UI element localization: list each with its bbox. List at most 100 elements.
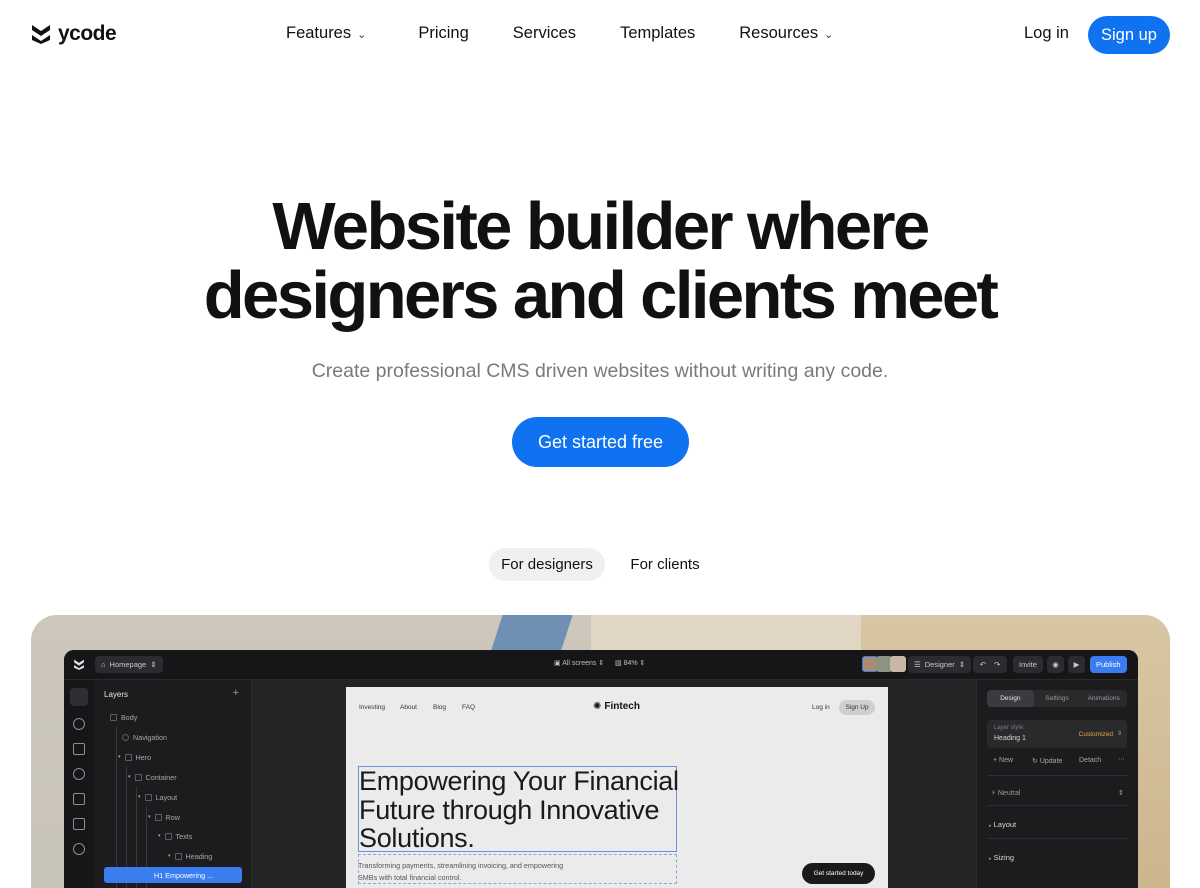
box-icon	[154, 813, 162, 821]
design-canvas[interactable]: Investing About Blog FAQ ✺ Fintech Log i…	[252, 680, 976, 888]
layer-texts[interactable]: ▾ Texts	[158, 829, 192, 843]
publish-button[interactable]: Publish	[1090, 656, 1127, 673]
mode-selector[interactable]: ☰ Designer ⇕	[908, 656, 972, 673]
nav-templates-label: Templates	[620, 24, 696, 42]
ycode-logo-icon[interactable]	[73, 658, 85, 671]
layer-style-label: Layer style:	[994, 725, 1025, 731]
nav-resources[interactable]: Resources ⌄	[739, 24, 833, 43]
site-signup-button[interactable]: Sign Up	[839, 700, 875, 715]
database-icon[interactable]	[73, 718, 85, 730]
caret-icon: ▾	[158, 833, 161, 839]
zoom-icon: ▧	[615, 660, 622, 667]
product-showcase: ⌂ Homepage ⇕ ▣ All screens ⇕ ▧ 84% ⇕ ☰ D…	[31, 615, 1170, 888]
sparkle-icon: ✺	[593, 701, 602, 712]
zoom-selector[interactable]: ▧ 84% ⇕	[615, 659, 645, 667]
divider	[987, 805, 1129, 806]
color-value: Neutral	[997, 790, 1021, 797]
detach-style-button[interactable]: Detach	[1079, 757, 1101, 764]
nav-services[interactable]: Services	[513, 24, 576, 43]
nav-features-label: Features	[286, 24, 352, 42]
tab-for-clients[interactable]: For clients	[616, 548, 714, 581]
refresh-icon: ↻	[1032, 758, 1038, 765]
zoom-label: 84%	[623, 660, 638, 667]
more-icon[interactable]: ⋯	[1118, 755, 1125, 763]
page-selector[interactable]: ⌂ Homepage ⇕	[95, 656, 163, 673]
site-cta-button[interactable]: Get started today	[802, 863, 875, 884]
layer-label: Navigation	[133, 732, 167, 742]
layer-label: Body	[121, 712, 138, 722]
nav-pricing-label: Pricing	[418, 24, 469, 42]
layer-navigation[interactable]: Navigation	[122, 730, 167, 744]
page-icon[interactable]	[73, 743, 85, 755]
login-link[interactable]: Log in	[1024, 24, 1069, 43]
tab-settings[interactable]: Settings	[1034, 690, 1081, 707]
invite-button[interactable]: Invite	[1013, 656, 1043, 673]
layer-layout[interactable]: ▾ Layout	[138, 790, 177, 804]
mode-label: Designer	[924, 660, 955, 669]
redo-icon[interactable]: ↷	[994, 660, 1000, 669]
components-icon[interactable]	[73, 768, 85, 780]
tab-design[interactable]: Design	[987, 690, 1034, 707]
site-nav-investing[interactable]: Investing	[359, 704, 385, 711]
layers-icon: ☰	[914, 660, 921, 669]
site-preview[interactable]: Investing About Blog FAQ ✺ Fintech Log i…	[346, 687, 888, 888]
tab-for-designers[interactable]: For designers	[489, 548, 605, 581]
assets-icon[interactable]	[73, 793, 85, 805]
page-selector-label: Homepage	[109, 660, 147, 669]
undo-redo[interactable]: ↶ ↷	[973, 656, 1007, 673]
layers-panel: Layers + Body Navigation ▾ Hero ▾ Containe…	[94, 680, 252, 888]
signup-button[interactable]: Sign up	[1088, 16, 1170, 54]
layers-icon[interactable]	[70, 688, 88, 706]
editor-toolbar: ⌂ Homepage ⇕ ▣ All screens ⇕ ▧ 84% ⇕ ☰ D…	[64, 650, 1138, 680]
layer-row[interactable]: ▾ Row	[148, 810, 180, 824]
section-layout[interactable]: ▸ Layout	[989, 820, 1016, 829]
nav-pricing[interactable]: Pricing	[418, 24, 468, 43]
color-selector[interactable]: ⚡ Neutral	[991, 789, 1020, 797]
site-paragraph[interactable]: Transforming payments, streamlining invo…	[358, 860, 578, 884]
layer-h1-selected[interactable]: H1 Empowering ...	[104, 867, 242, 883]
site-nav-faq[interactable]: FAQ	[462, 704, 475, 711]
layer-body[interactable]: Body	[110, 710, 137, 724]
layer-container[interactable]: ▾ Container	[128, 770, 177, 784]
collaborator-avatars[interactable]	[862, 656, 906, 672]
get-started-button[interactable]: Get started free	[512, 417, 689, 467]
nav-features[interactable]: Features ⌄	[286, 24, 366, 43]
section-label: Layout	[993, 820, 1017, 829]
layer-label: Container	[145, 772, 177, 782]
box-icon	[144, 793, 152, 801]
divider	[987, 775, 1129, 776]
logo-text: ycode	[58, 22, 117, 45]
tab-animations[interactable]: Animations	[1080, 690, 1127, 707]
site-nav-blog[interactable]: Blog	[433, 704, 446, 711]
nav-services-label: Services	[512, 24, 577, 42]
site-nav-about[interactable]: About	[400, 704, 417, 711]
ycode-logo[interactable]: ycode	[30, 22, 117, 46]
apps-icon[interactable]	[73, 818, 85, 830]
update-style-button[interactable]: ↻ Update	[1032, 757, 1062, 765]
preview-play-icon[interactable]: ▶	[1068, 656, 1085, 673]
layer-heading[interactable]: ▾ Heading	[168, 849, 212, 863]
section-sizing[interactable]: ▸ Sizing	[989, 853, 1014, 862]
box-icon	[124, 753, 132, 761]
ycode-logo-icon	[32, 25, 50, 44]
site-logo[interactable]: ✺ Fintech	[593, 701, 640, 712]
box-icon	[134, 773, 142, 781]
nav-templates[interactable]: Templates	[620, 24, 695, 43]
section-label: Sizing	[993, 853, 1015, 862]
site-login-link[interactable]: Log in	[812, 704, 830, 711]
gear-icon[interactable]	[73, 843, 85, 855]
layer-style-selector[interactable]: Layer style: Heading 1 Customized ⇕	[987, 720, 1127, 748]
settings-icon[interactable]: ◉	[1047, 656, 1064, 673]
layer-hero[interactable]: ▾ Hero	[118, 750, 151, 764]
new-style-button[interactable]: + New	[993, 757, 1013, 764]
undo-icon[interactable]: ↶	[980, 660, 986, 669]
caret-icon: ▾	[168, 853, 171, 859]
chevron-updown-icon: ⇕	[1116, 731, 1122, 737]
hero-subtitle: Create professional CMS driven websites …	[311, 360, 889, 382]
chevron-updown-icon: ⇕	[150, 660, 157, 669]
screens-selector[interactable]: ▣ All screens ⇕	[554, 659, 604, 667]
add-layer-icon[interactable]: +	[233, 687, 239, 699]
site-headline[interactable]: Empowering Your Financial Future through…	[359, 767, 689, 853]
box-icon	[164, 832, 172, 840]
nav-links: Features ⌄ Pricing Services Templates Re…	[286, 24, 833, 43]
